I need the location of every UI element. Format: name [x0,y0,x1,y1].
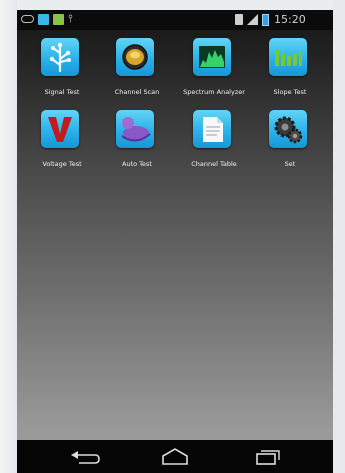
back-button[interactable] [65,446,105,468]
app-set[interactable]: Set [253,110,327,196]
home-icon [162,448,188,465]
app-label: Spectrum Analyzer [183,88,245,96]
recent-apps-icon [256,450,280,465]
back-icon [71,451,100,464]
app-auto-test[interactable]: Auto Test [100,110,174,196]
auto-test-icon [116,110,154,148]
app-label: Auto Test [122,160,152,168]
image-icon [38,14,49,25]
spectrum-icon [193,38,231,76]
app-label: Channel Scan [114,88,160,96]
status-bar: ⫯ 15:20 [17,10,333,30]
device-bezel-left [0,0,17,473]
gallery-icon [53,14,64,25]
satellite-dish-icon [116,38,154,76]
app-label: Voltage Test [42,160,82,168]
recent-apps-button[interactable] [247,446,287,468]
device-bezel-right [333,0,345,473]
app-label: Slope Test [273,88,307,96]
app-channel-table[interactable]: Channel Table [177,110,251,196]
status-time: 15:20 [274,13,306,26]
document-icon [193,110,231,148]
home-button[interactable] [155,446,195,468]
app-voltage-test[interactable]: Voltage Test [25,110,99,196]
gears-icon [269,110,307,148]
app-label: Channel Table [191,160,237,168]
signal-tree-icon [41,38,79,76]
wifi-icon: ⫯ [68,12,73,25]
slope-bars-icon [269,38,307,76]
app-label: Set [284,160,296,168]
signal-icon [247,14,258,25]
app-label: Signal Test [44,88,80,96]
battery-icon [262,14,269,26]
voltage-v-icon [41,110,79,148]
phone-screen: ⫯ 15:20 Signal Test Channel Scan Spectru… [17,10,333,473]
sim-icon [235,14,243,25]
navigation-bar [17,440,333,473]
usb-icon [21,15,34,23]
